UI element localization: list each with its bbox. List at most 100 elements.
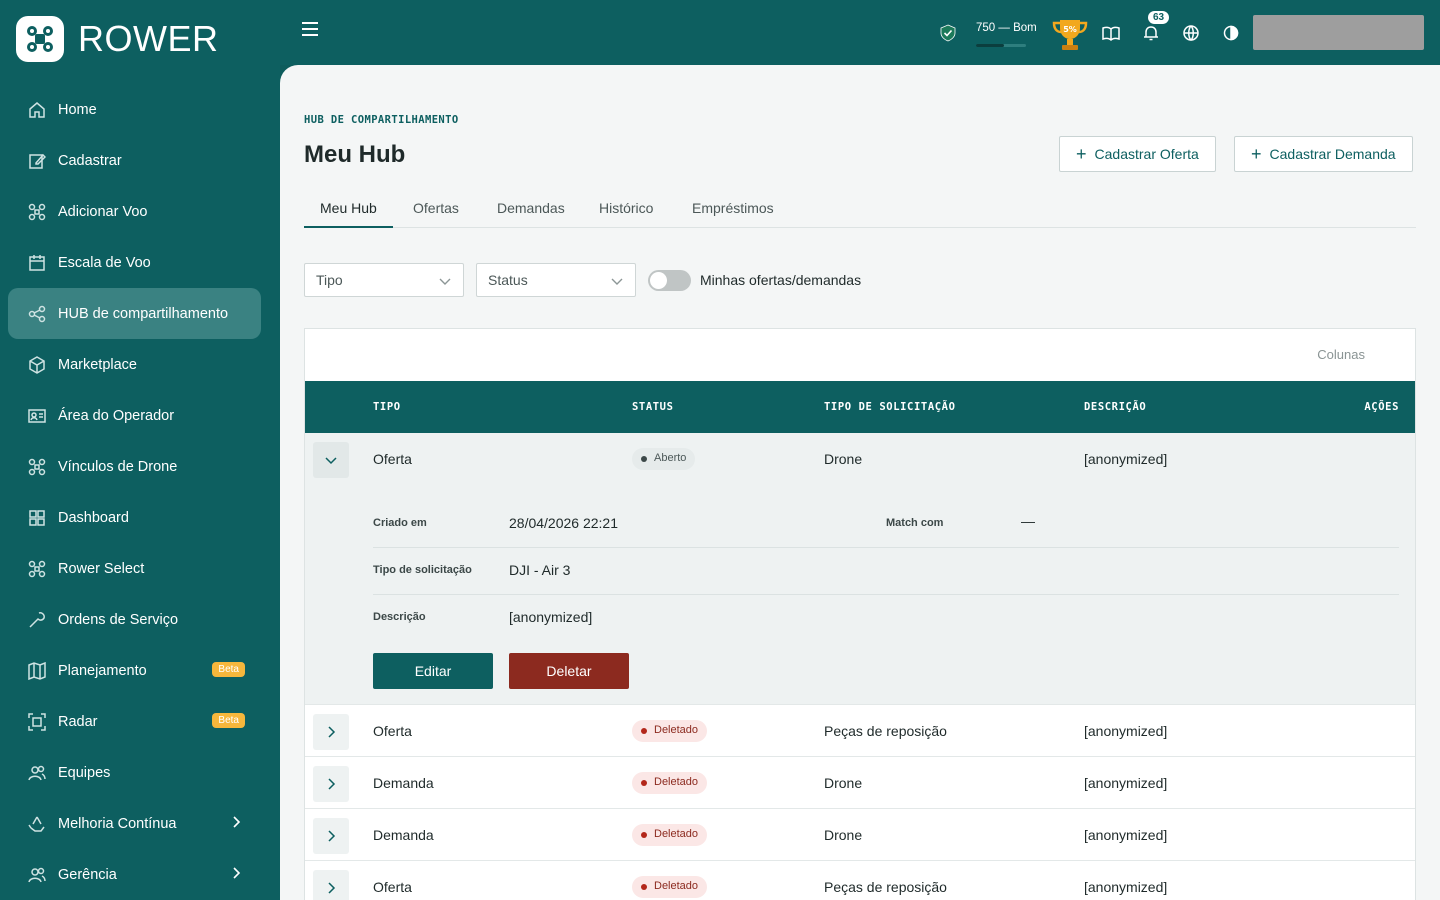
cell-descricao: [anonymized] [1084, 879, 1168, 895]
sidebar-item-escala-de-voo[interactable]: Escala de Voo [8, 237, 261, 288]
button-label: Cadastrar Oferta [1094, 146, 1199, 162]
sidebar-item-vinculos-de-drone[interactable]: Vínculos de Drone [8, 441, 261, 492]
sidebar-item-dashboard[interactable]: Dashboard [8, 492, 261, 543]
sidebar-item-rower-select[interactable]: Rower Select [8, 543, 261, 594]
sidebar-item-melhoria-continua[interactable]: Melhoria Contínua [8, 798, 261, 849]
tab-demandas[interactable]: Demandas [481, 189, 581, 228]
trophy-icon[interactable]: 5% [1050, 14, 1090, 54]
edit-button[interactable]: Editar [373, 653, 493, 689]
table-row[interactable]: Oferta Deletado Peças de reposição [anon… [305, 705, 1415, 757]
wrench-icon [28, 611, 46, 629]
sidebar-item-label: HUB de compartilhamento [58, 305, 229, 322]
map-icon [28, 661, 46, 680]
user-menu[interactable] [1253, 15, 1424, 50]
calendar-icon [28, 254, 46, 272]
theme-toggle-icon[interactable] [1222, 24, 1240, 42]
sidebar-item-area-do-operador[interactable]: Área do Operador [8, 390, 261, 441]
cell-descricao: [anonymized] [1084, 827, 1168, 843]
sidebar-item-adicionar-voo[interactable]: Adicionar Voo [8, 186, 261, 237]
chevron-right-icon[interactable] [229, 815, 243, 829]
delete-button[interactable]: Deletar [509, 653, 629, 689]
tipo-select[interactable]: Tipo [304, 263, 464, 297]
bell-icon[interactable] [1142, 24, 1160, 42]
sidebar-item-label: Vínculos de Drone [58, 458, 178, 475]
sidebar-item-label: Marketplace [58, 356, 137, 373]
sidebar-item-label: Adicionar Voo [58, 203, 148, 220]
notification-count-badge: 63 [1148, 11, 1170, 24]
tab-historico[interactable]: Histórico [583, 189, 669, 228]
table-row[interactable]: Demanda Deletado Drone [anonymized] [305, 809, 1415, 861]
cadastrar-demanda-button[interactable]: + Cadastrar Demanda [1234, 136, 1413, 172]
shield-check-icon [939, 24, 957, 42]
detail-desc-label: Descrição [373, 611, 426, 623]
table-row[interactable]: Oferta Deletado Peças de reposição [anon… [305, 861, 1415, 900]
sidebar-item-ordens-de-servico[interactable]: Ordens de Serviço [8, 594, 261, 645]
cell-solicitacao: Peças de reposição [824, 723, 947, 739]
status-badge: Deletado [632, 876, 708, 898]
sidebar-item-label: Dashboard [58, 509, 129, 526]
tab-meu-hub[interactable]: Meu Hub [304, 189, 393, 228]
cell-tipo: Oferta [373, 451, 412, 467]
sidebar-item-radar[interactable]: Radar Beta [8, 696, 261, 747]
cell-solicitacao: Drone [824, 827, 863, 843]
sidebar-item-equipes[interactable]: Equipes [8, 747, 261, 798]
detail-request-label: Tipo de solicitação [373, 564, 472, 576]
tab-ofertas[interactable]: Ofertas [397, 189, 475, 228]
expand-button[interactable] [313, 870, 349, 900]
menu-icon[interactable] [302, 22, 320, 42]
cell-descricao: [anonymized] [1084, 451, 1168, 467]
brand-logo[interactable]: ROWER [16, 16, 219, 62]
sidebar-item-home[interactable]: Home [8, 84, 261, 135]
sidebar-item-label: Área do Operador [58, 407, 175, 424]
drone-icon [28, 458, 46, 476]
cadastrar-oferta-button[interactable]: + Cadastrar Oferta [1059, 136, 1216, 172]
page-overline: HUB DE COMPARTILHAMENTO [304, 114, 459, 126]
chevron-right-icon [328, 830, 336, 842]
cell-descricao: [anonymized] [1084, 775, 1168, 791]
expand-button[interactable] [313, 714, 349, 750]
table-header: TIPO STATUS TIPO DE SOLICITAÇÃO DESCRIÇÃ… [305, 381, 1415, 433]
minhas-toggle[interactable] [648, 270, 691, 291]
plus-icon: + [1076, 144, 1087, 164]
colunas-button[interactable]: Colunas [1317, 347, 1365, 362]
detail-match-label: Match com [886, 517, 944, 529]
home-icon [28, 101, 46, 119]
divider [373, 594, 1399, 595]
detail-match-value: — [1021, 513, 1035, 529]
score-text: 750 — Bom [976, 22, 1037, 34]
sidebar-item-label: Rower Select [58, 560, 145, 577]
drone-icon [28, 203, 46, 221]
expand-button[interactable] [313, 766, 349, 802]
tab-emprestimos[interactable]: Empréstimos [676, 189, 790, 228]
chevron-right-icon[interactable] [229, 866, 243, 880]
header-descricao[interactable]: DESCRIÇÃO [1084, 401, 1146, 413]
drone-logo-icon [16, 16, 64, 62]
cell-tipo: Demanda [373, 775, 434, 791]
cell-tipo: Oferta [373, 723, 412, 739]
header-status[interactable]: STATUS [632, 401, 674, 413]
expand-button[interactable] [313, 442, 349, 478]
sidebar-item-cadastrar[interactable]: Cadastrar [8, 135, 261, 186]
sidebar-item-gerencia[interactable]: Gerência [8, 849, 261, 900]
recycle-icon [28, 815, 46, 833]
sidebar-item-marketplace[interactable]: Marketplace [8, 339, 261, 390]
globe-icon[interactable] [1182, 24, 1200, 42]
table-row[interactable]: Oferta Aberto Drone [anonymized] [305, 433, 1415, 485]
expand-button[interactable] [313, 818, 349, 854]
sidebar-item-hub-de-compartilhamento[interactable]: HUB de compartilhamento [8, 288, 261, 339]
status-select[interactable]: Status [476, 263, 636, 297]
header-acoes: AÇÕES [1364, 401, 1399, 413]
cell-solicitacao: Peças de reposição [824, 879, 947, 895]
radar-icon [28, 712, 46, 731]
score-progress [976, 44, 1026, 47]
header-tipo[interactable]: TIPO [373, 401, 401, 413]
chevron-down-icon [439, 274, 451, 286]
header-tipo-solicitacao[interactable]: TIPO DE SOLICITAÇÃO [824, 401, 956, 413]
sidebar-item-label: Cadastrar [58, 152, 122, 169]
table-row[interactable]: Demanda Deletado Drone [anonymized] [305, 757, 1415, 809]
sidebar-item-label: Escala de Voo [58, 254, 151, 271]
sidebar-item-planejamento[interactable]: Planejamento Beta [8, 645, 261, 696]
sidebar-item-label: Melhoria Contínua [58, 815, 177, 832]
plus-icon: + [1251, 144, 1262, 164]
book-icon[interactable] [1102, 24, 1120, 42]
